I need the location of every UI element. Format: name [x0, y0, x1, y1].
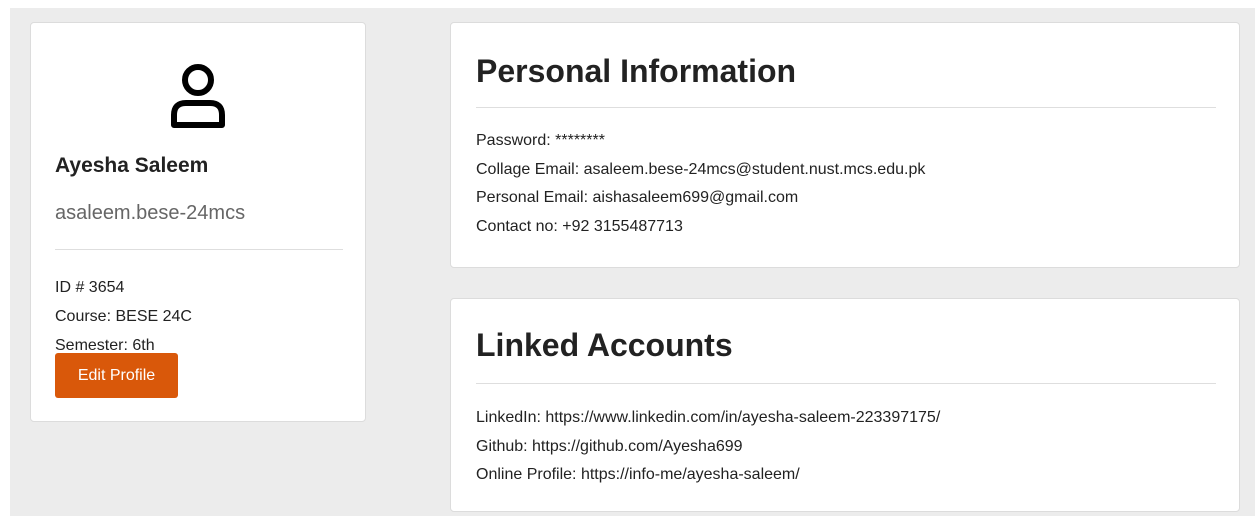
- linked-accounts-lines: LinkedIn: https://www.linkedin.com/in/ay…: [476, 404, 940, 490]
- profile-divider: [55, 249, 343, 250]
- linked-accounts-divider: [476, 383, 1216, 384]
- profile-username: asaleem.bese-24mcs: [55, 202, 246, 224]
- github-line: Github: https://github.com/Ayesha699: [476, 437, 743, 455]
- password-line: Password: ********: [476, 132, 605, 149]
- profile-name: Ayesha Saleem: [55, 154, 209, 177]
- personal-information-lines: Password: ******** Collage Email: asalee…: [476, 127, 925, 241]
- profile-details: ID # 3654 Course: BESE 24C Semester: 6th: [55, 273, 192, 360]
- profile-id: ID # 3654: [55, 279, 125, 296]
- edit-profile-button[interactable]: Edit Profile: [55, 353, 178, 398]
- college-email-line: Collage Email: asaleem.bese-24mcs@studen…: [476, 160, 926, 178]
- linkedin-line: LinkedIn: https://www.linkedin.com/in/ay…: [476, 409, 941, 426]
- personal-information-divider: [476, 107, 1216, 108]
- profile-card: Ayesha Saleem asaleem.bese-24mcs ID # 36…: [30, 22, 366, 422]
- contact-line: Contact no: +92 3155487713: [476, 217, 683, 235]
- personal-information-title: Personal Information: [476, 53, 797, 89]
- linked-accounts-title: Linked Accounts: [476, 327, 733, 363]
- profile-course: Course: BESE 24C: [55, 308, 192, 325]
- linked-accounts-card: Linked Accounts LinkedIn: https://www.li…: [450, 298, 1240, 512]
- personal-email-line: Personal Email: aishasaleem699@gmail.com: [476, 189, 799, 206]
- online-profile-line: Online Profile: https://info-me/ayesha-s…: [476, 466, 800, 483]
- personal-information-card: Personal Information Password: ******** …: [450, 22, 1240, 268]
- user-icon: [168, 63, 228, 129]
